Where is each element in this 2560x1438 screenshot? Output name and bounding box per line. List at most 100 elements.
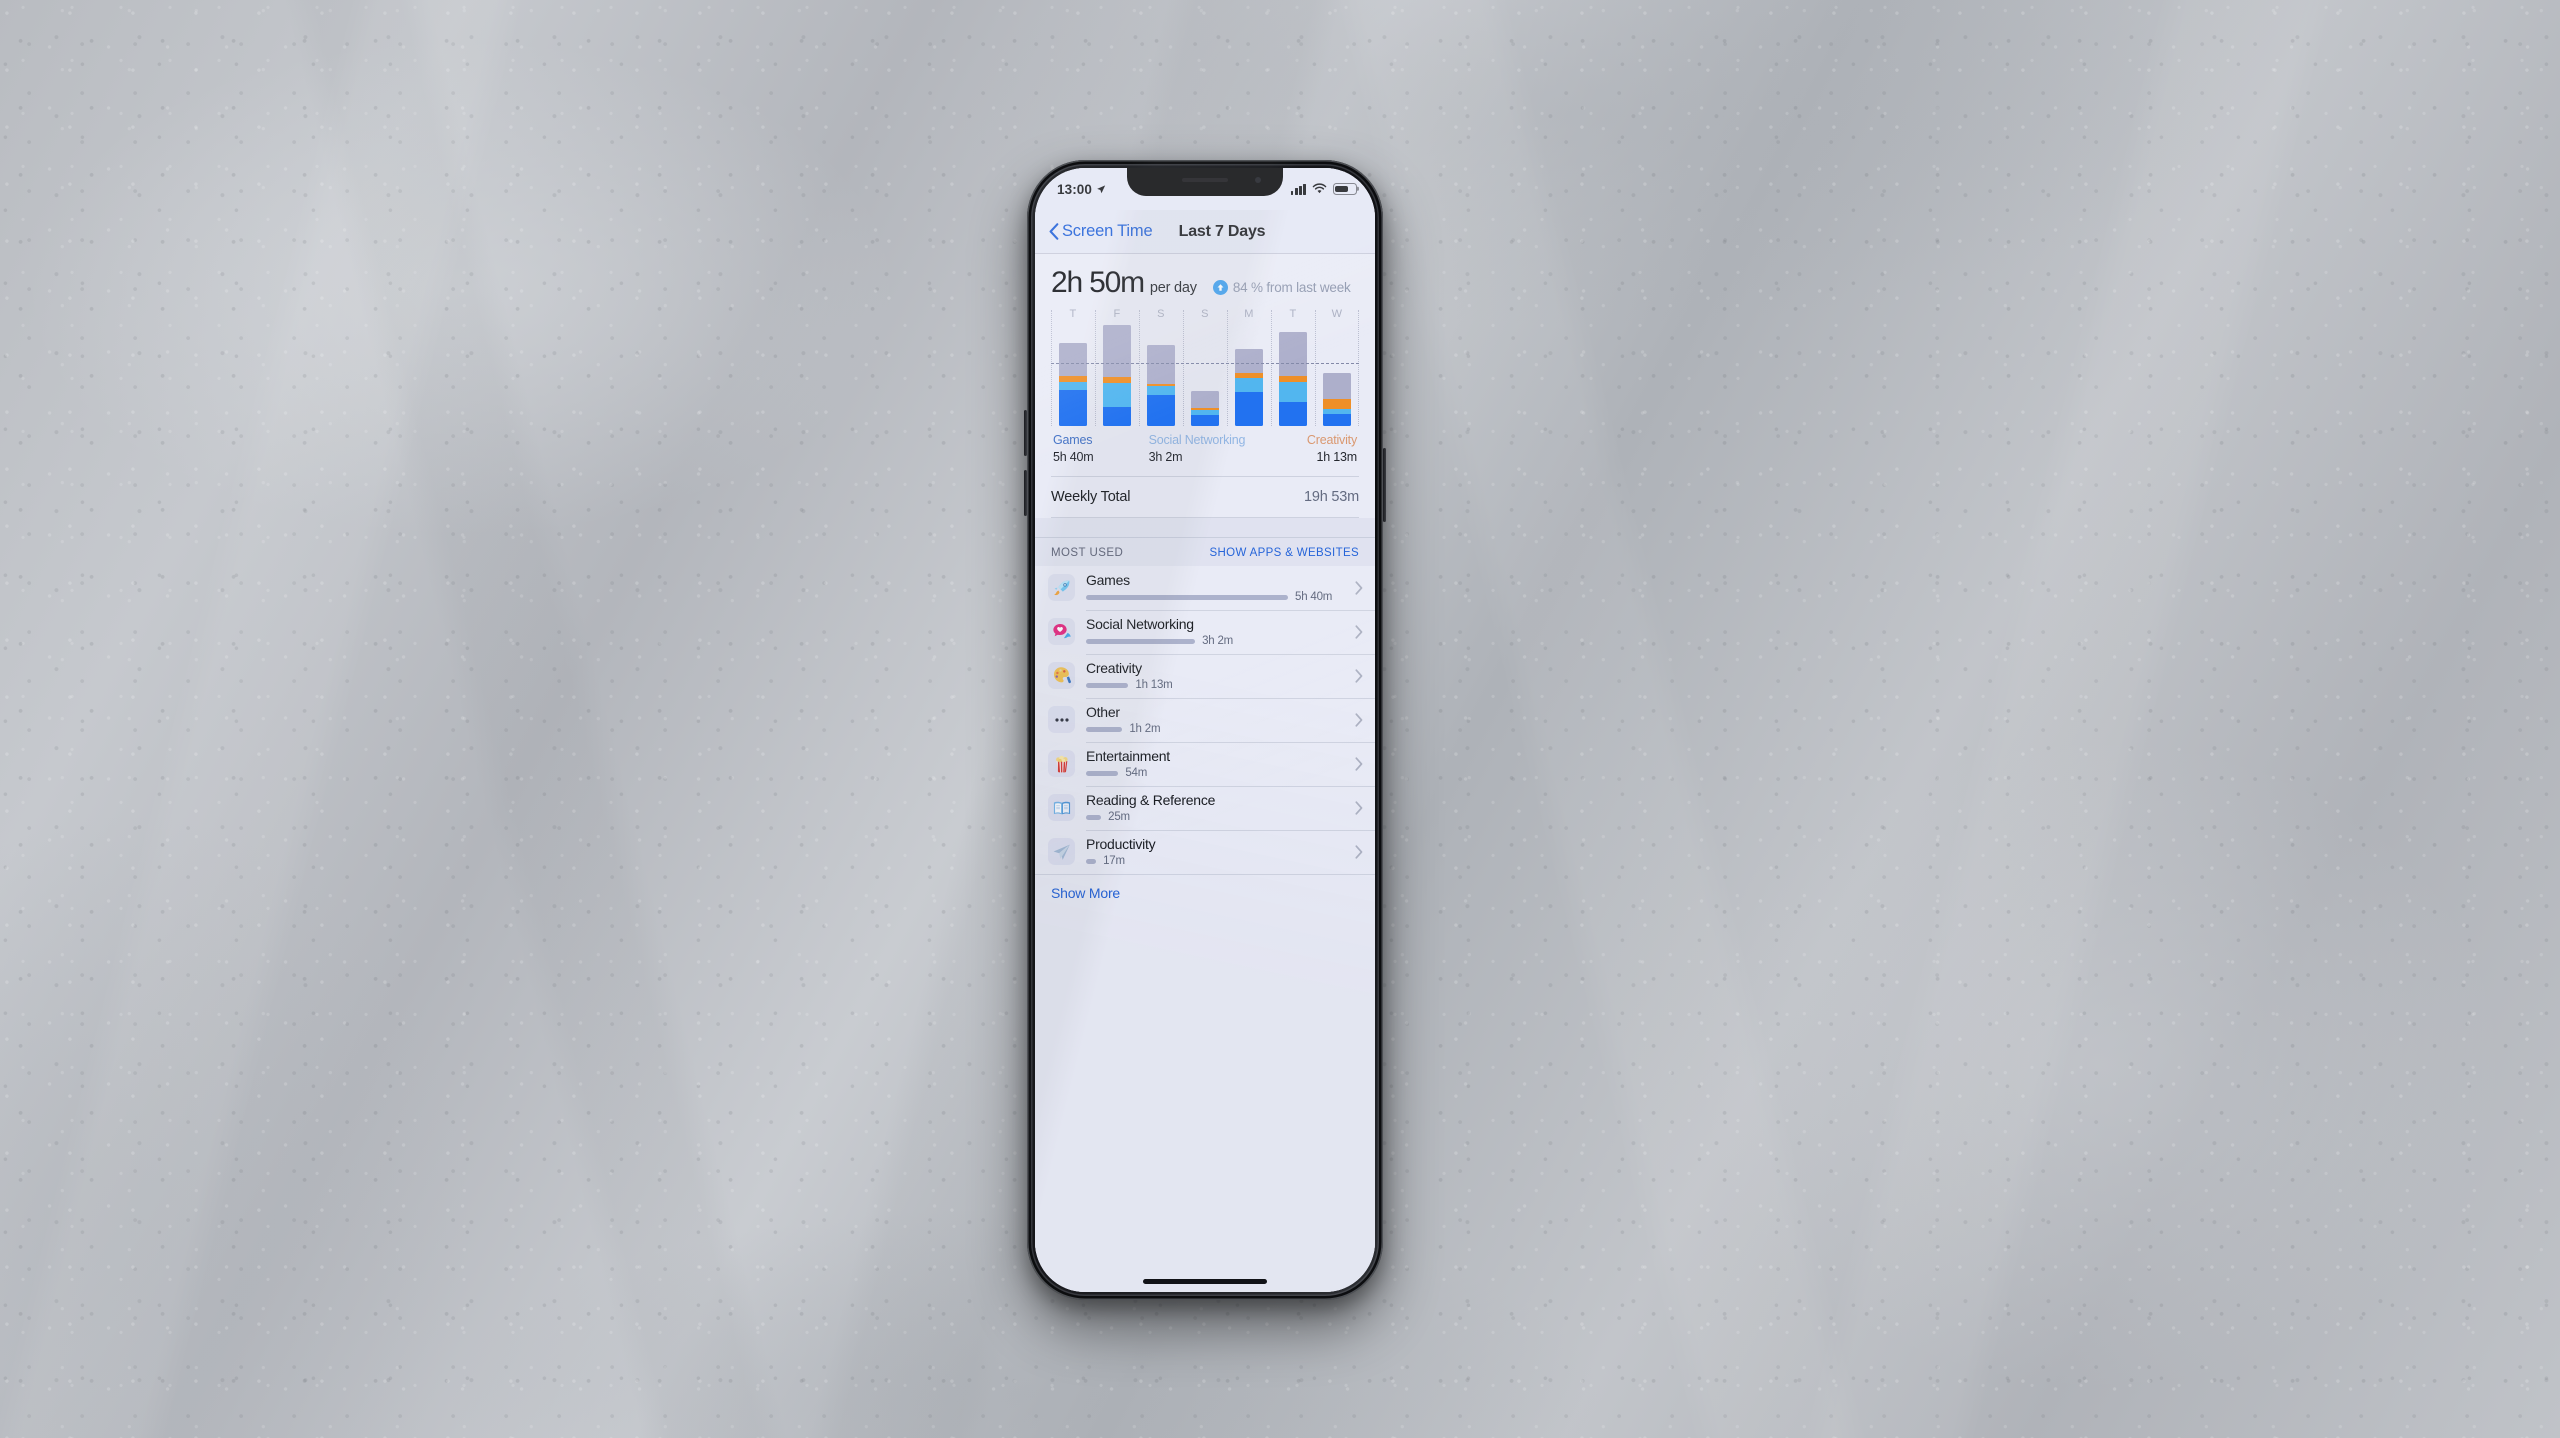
chart-bar-cell	[1271, 325, 1315, 426]
chart-plot-area	[1051, 310, 1359, 426]
chart-tick-label: M	[1244, 308, 1254, 320]
chevron-right-icon	[1355, 713, 1363, 727]
screen-time-app: 13:00 Screen Time Last 7 Days 2h 50m per…	[1035, 168, 1375, 1292]
section-gap	[1035, 517, 1375, 538]
most-used-row[interactable]: Games 5h 40m	[1035, 566, 1375, 610]
chevron-right-icon	[1355, 581, 1363, 595]
chart-bar-cell	[1183, 325, 1227, 426]
chart-bar-segment	[1235, 378, 1263, 392]
iphone-device: 13:00 Screen Time Last 7 Days 2h 50m per…	[1024, 160, 1386, 1300]
scroll-body[interactable]: 2h 50m per day 84 % from last week T F S…	[1035, 254, 1375, 1292]
weekly-delta: 84 % from last week	[1212, 280, 1351, 295]
usage-bar	[1086, 683, 1129, 688]
chart-bar	[1103, 325, 1131, 426]
earpiece-speaker	[1182, 178, 1228, 182]
chart-x-axis-labels: TFSSMTW	[1051, 308, 1359, 323]
phone-screen: 13:00 Screen Time Last 7 Days 2h 50m per…	[1035, 168, 1375, 1292]
location-arrow-icon	[1097, 184, 1106, 193]
status-left: 13:00	[1057, 182, 1106, 197]
usage-duration: 1h 2m	[1129, 723, 1161, 736]
paper-plane-icon	[1048, 838, 1075, 866]
status-bar: 13:00	[1035, 168, 1375, 210]
chevron-left-icon	[1049, 223, 1059, 240]
legend-item-value: 1h 13m	[1316, 449, 1358, 464]
most-used-title: MOST USED	[1051, 546, 1124, 559]
category-name: Other	[1086, 704, 1120, 721]
chart-bars	[1051, 325, 1359, 426]
chart-bar	[1191, 390, 1219, 426]
usage-meter: 3h 2m	[1086, 635, 1349, 647]
front-camera	[1255, 177, 1261, 183]
chart-bar	[1059, 342, 1087, 426]
legend-item: Games 5h 40m	[1053, 433, 1149, 465]
legend-item-name: Games	[1053, 433, 1093, 447]
photo-scene: 13:00 Screen Time Last 7 Days 2h 50m per…	[0, 0, 2560, 1438]
chart-bar-segment	[1147, 394, 1175, 426]
show-apps-websites-button[interactable]: SHOW APPS & WEBSITES	[1209, 547, 1359, 559]
category-name: Entertainment	[1086, 748, 1170, 765]
chart-bar-cell	[1051, 325, 1095, 426]
chart-tick-label: W	[1331, 308, 1343, 320]
chevron-right-icon	[1355, 669, 1363, 683]
chart-bar-segment	[1323, 413, 1351, 426]
power-button[interactable]	[1383, 448, 1386, 522]
usage-duration: 54m	[1125, 767, 1148, 780]
category-name: Productivity	[1086, 836, 1156, 853]
chevron-right-icon	[1355, 801, 1363, 815]
usage-bar	[1086, 595, 1288, 600]
wifi-icon	[1312, 183, 1327, 194]
volume-up-button[interactable]	[1024, 410, 1027, 456]
volume-down-button[interactable]	[1024, 470, 1027, 516]
average-value: 2h 50m	[1051, 266, 1145, 299]
status-right	[1290, 183, 1360, 195]
chart-legend: Games 5h 40m Social Networking 3h 2m Creativ…	[1051, 433, 1359, 465]
usage-meter: 5h 40m	[1086, 591, 1349, 603]
row-separator	[1086, 609, 1375, 611]
chart-bar-segment	[1147, 344, 1175, 385]
usage-duration: 17m	[1103, 855, 1125, 868]
most-used-row[interactable]: Creativity 1h 13m	[1035, 653, 1375, 698]
most-used-row[interactable]: Other 1h 2m	[1035, 697, 1375, 742]
legend-item: Social Networking 3h 2m	[1149, 433, 1262, 465]
row-separator	[1086, 741, 1375, 743]
usage-meter: 54m	[1086, 767, 1349, 779]
battery-icon	[1333, 183, 1360, 195]
legend-item: Creativity 1h 13m	[1261, 433, 1357, 465]
row-content: Other 1h 2m	[1086, 704, 1349, 735]
chart-bar-segment	[1323, 373, 1351, 400]
chart-bar	[1279, 331, 1307, 426]
chart-bar-cell	[1227, 325, 1271, 426]
arrow-up-circle-icon	[1212, 280, 1228, 295]
chart-bar-segment	[1279, 382, 1307, 403]
chart-bar-segment	[1235, 349, 1263, 373]
usage-duration: 3h 2m	[1202, 635, 1234, 648]
chart-bar-segment	[1059, 381, 1087, 391]
row-separator	[1086, 697, 1375, 699]
chart-tick-label: F	[1113, 308, 1121, 320]
chart-bar-segment	[1059, 390, 1087, 426]
chart-bar-segment	[1191, 390, 1219, 409]
chat-heart-icon	[1048, 618, 1075, 646]
chart-bar-segment	[1103, 382, 1131, 407]
most-used-row[interactable]: Productivity 17m	[1035, 829, 1375, 874]
most-used-row[interactable]: Entertainment 54m	[1035, 741, 1375, 786]
row-separator	[1086, 785, 1375, 787]
most-used-row[interactable]: Reading & Reference 25m	[1035, 785, 1375, 830]
row-content: Entertainment 54m	[1086, 748, 1349, 779]
most-used-row[interactable]: Social Networking 3h 2m	[1035, 609, 1375, 654]
screen-time-bar-chart: TFSSMTW	[1051, 308, 1359, 426]
show-more-button[interactable]: Show More	[1035, 873, 1375, 915]
navigation-bar: Screen Time Last 7 Days	[1035, 210, 1375, 254]
row-separator	[1086, 829, 1375, 831]
chevron-right-icon	[1355, 845, 1363, 859]
weekly-total-value: 19h 53m	[1303, 488, 1359, 505]
chart-bar-segment	[1103, 406, 1131, 426]
chart-bar-segment	[1279, 331, 1307, 376]
chevron-right-icon	[1355, 625, 1363, 639]
row-content: Productivity 17m	[1086, 836, 1349, 867]
chart-bar-cell	[1095, 325, 1139, 426]
usage-bar	[1086, 771, 1119, 776]
home-indicator[interactable]	[1143, 1279, 1267, 1284]
legend-item-name: Creativity	[1306, 433, 1357, 447]
back-button[interactable]: Screen Time	[1049, 222, 1153, 241]
